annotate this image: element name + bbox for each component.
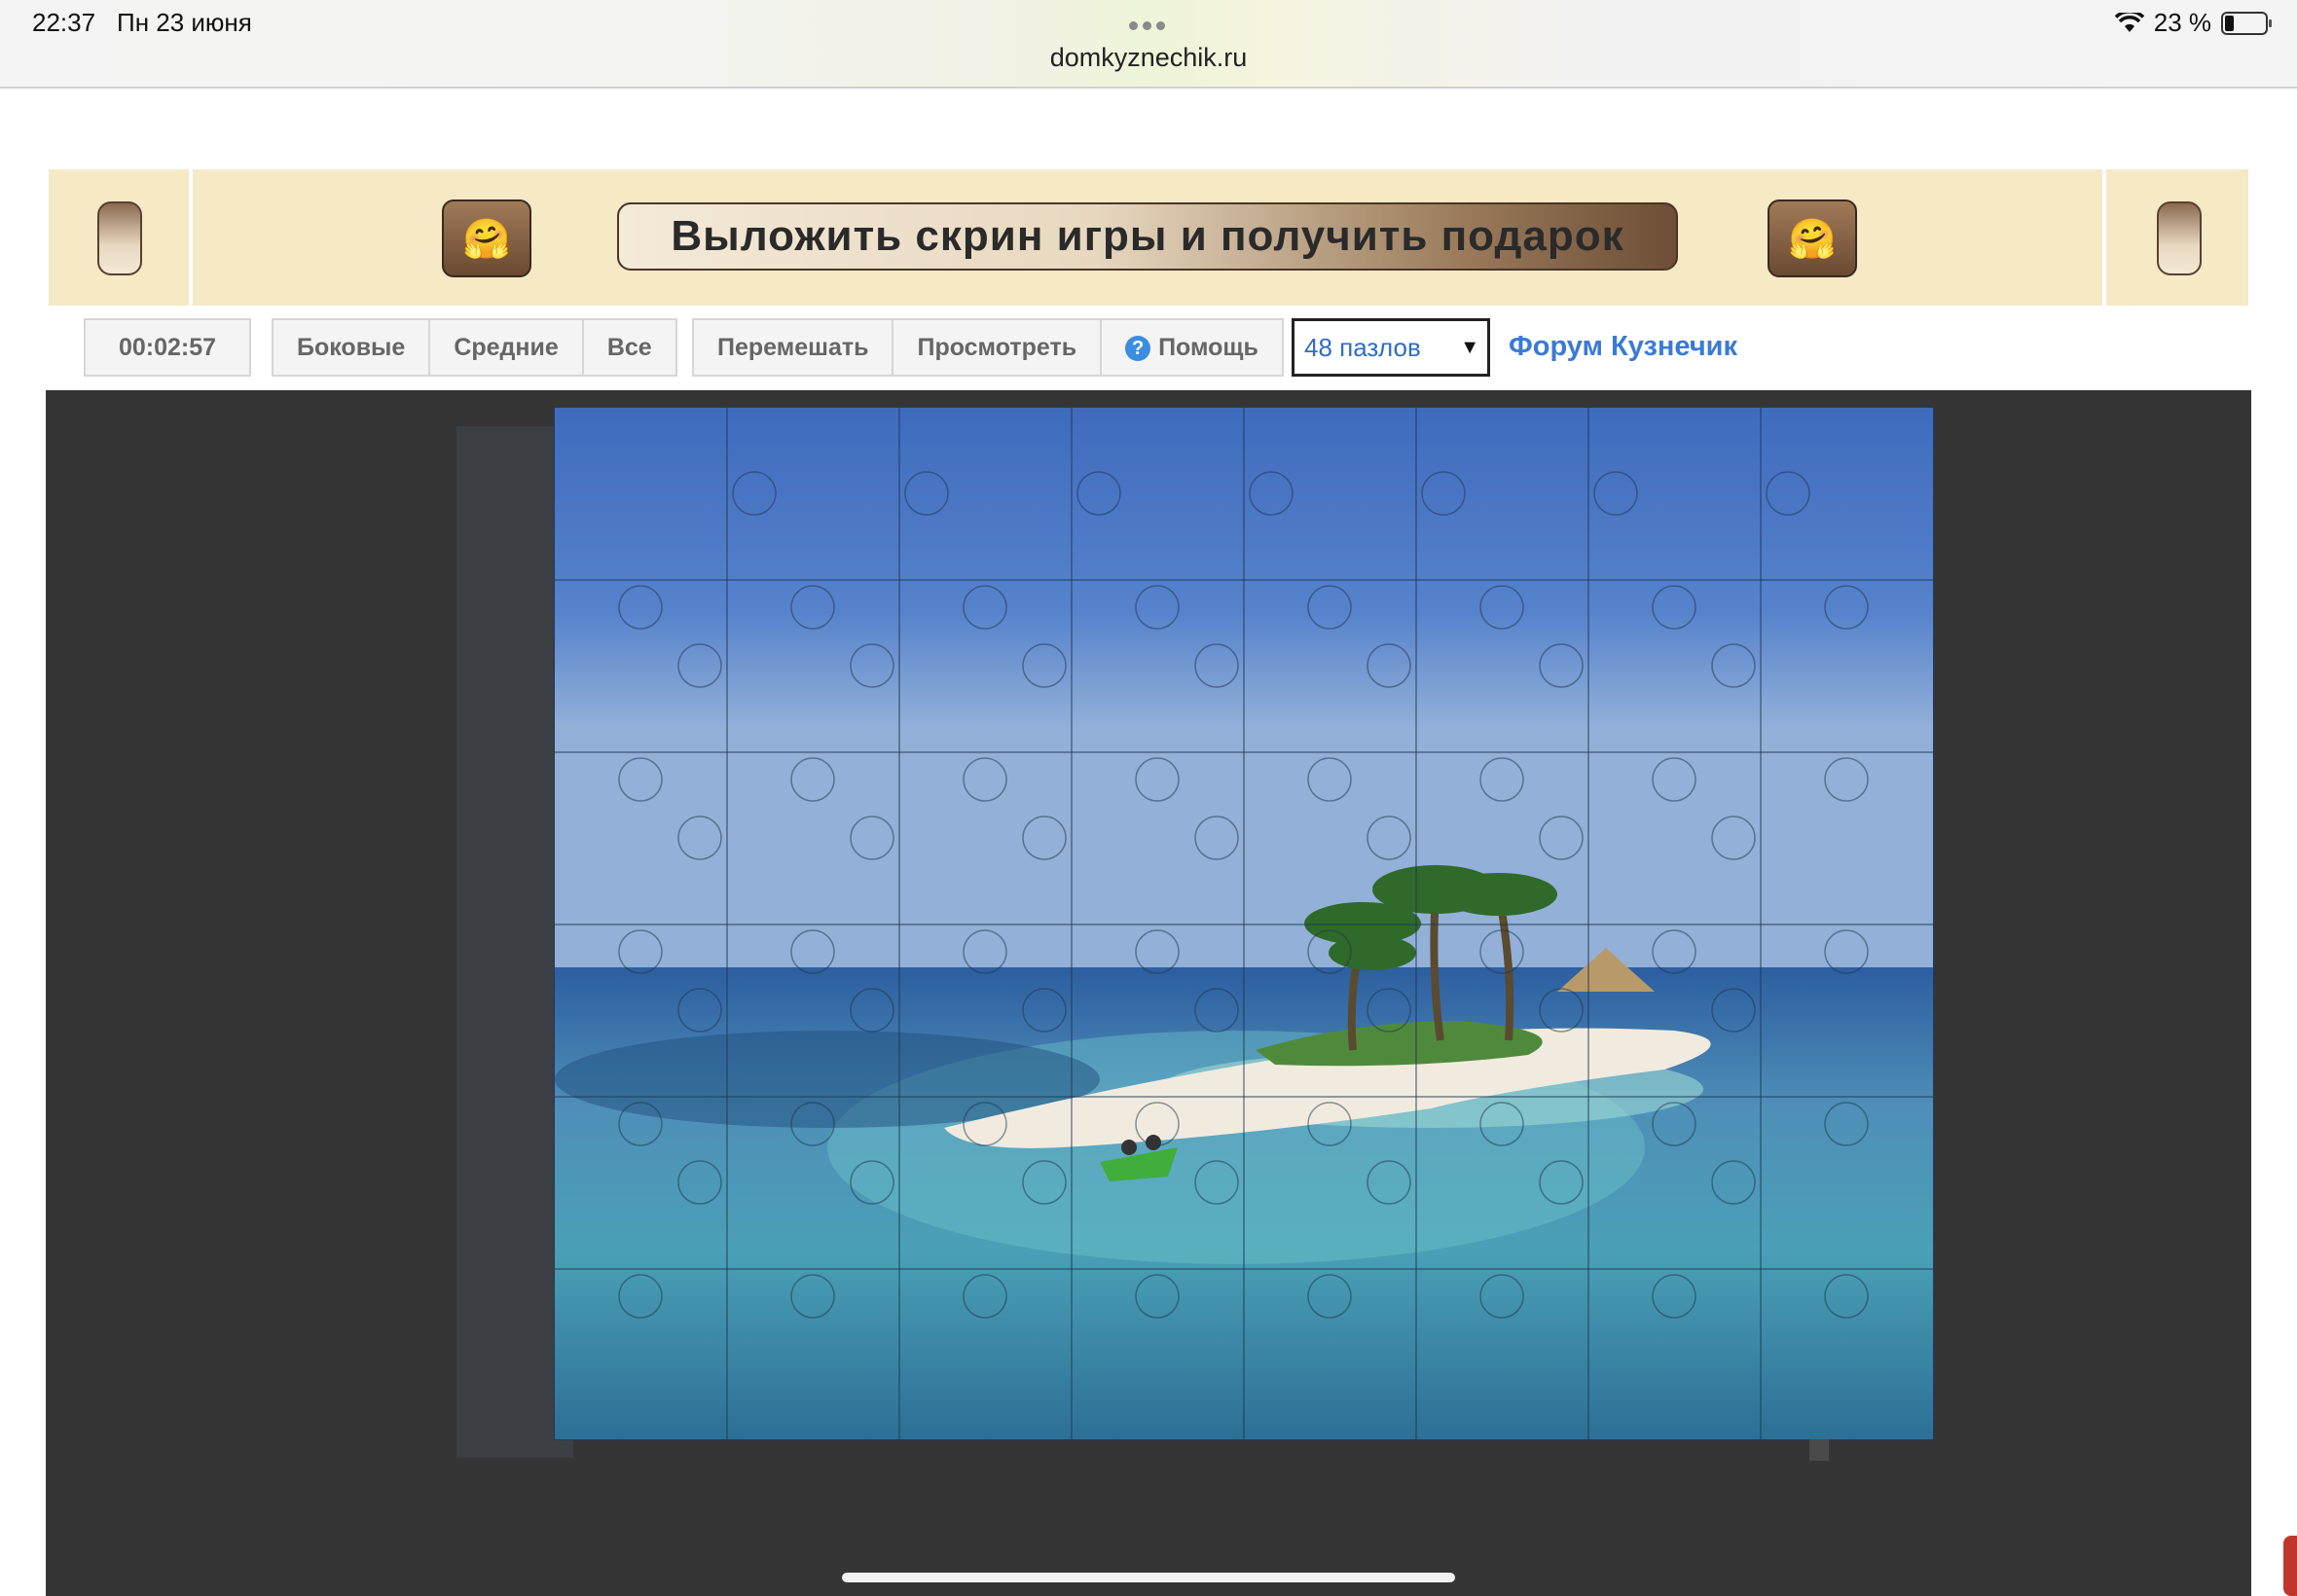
banner-divider [2102, 169, 2106, 306]
forum-link[interactable]: Форум Кузнечик [1509, 331, 1737, 363]
middle-pieces-button[interactable]: Средние [430, 320, 584, 375]
action-group: Перемешать Просмотреть ? Помощь [692, 318, 1284, 377]
puzzle-image [555, 408, 1933, 1439]
address-url[interactable]: domkyznechik.ru [0, 43, 2297, 73]
edge-pieces-button[interactable]: Боковые [273, 320, 431, 375]
dropdown-arrow-icon: ▼ [1460, 337, 1479, 358]
promo-banner: 🤗 Выложить скрин игры и получить подарок… [49, 169, 2248, 306]
hug-emoji-icon: 🤗 [442, 200, 531, 277]
help-button[interactable]: ? Помощь [1102, 320, 1282, 375]
side-tab[interactable] [2283, 1536, 2297, 1596]
hug-emoji-icon: 🤗 [1768, 200, 1857, 277]
timer: 00:02:57 [118, 334, 217, 361]
puzzle-area[interactable] [46, 390, 2251, 1596]
timer-box: 00:02:57 [84, 318, 251, 377]
banner-pill-right [2157, 201, 2202, 275]
status-time: 22:37 [32, 8, 96, 37]
battery-icon [2221, 11, 2272, 35]
status-bar: 22:37 Пн 23 июня domkyznechik.ru 23 % [0, 0, 2297, 89]
puzzle-board[interactable] [554, 407, 1934, 1440]
preview-button[interactable]: Просмотреть [893, 320, 1103, 375]
filter-group: Боковые Средние Все [272, 318, 677, 377]
status-date: Пн 23 июня [117, 8, 252, 37]
gift-banner-button[interactable]: Выложить скрин игры и получить подарок [617, 202, 1678, 271]
all-pieces-button[interactable]: Все [584, 320, 675, 375]
pieces-select-value: 48 пазлов [1304, 333, 1421, 362]
wifi-icon [2114, 12, 2144, 32]
status-right: 23 % [2114, 8, 2272, 38]
banner-pill-left [97, 201, 142, 275]
banner-divider [189, 169, 193, 306]
shuffle-button[interactable]: Перемешать [694, 320, 894, 375]
battery-percent: 23 % [2153, 8, 2211, 37]
help-label: Помощь [1158, 334, 1258, 361]
pieces-select[interactable]: 48 пазлов ▼ [1292, 318, 1490, 377]
loose-piece[interactable] [1809, 1439, 1829, 1461]
more-dots-icon[interactable] [1129, 18, 1172, 30]
home-indicator[interactable] [842, 1573, 1455, 1582]
help-icon: ? [1125, 336, 1151, 362]
